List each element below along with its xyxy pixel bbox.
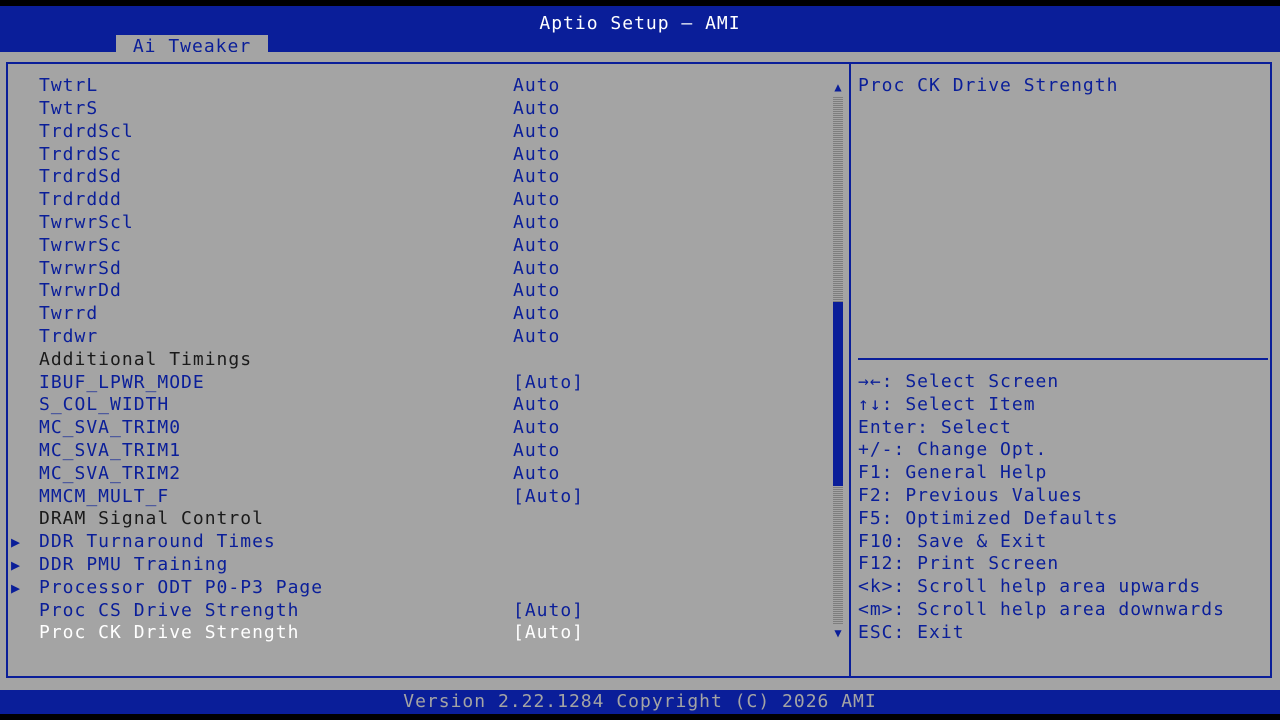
setting-value: Auto	[513, 144, 561, 165]
setting-value: Auto	[513, 280, 561, 301]
setting-value: [Auto]	[513, 622, 585, 643]
setting-label: TwrwrDd	[39, 280, 122, 301]
key-hint-exit: ESC: Exit	[858, 621, 965, 643]
setting-value: Auto	[513, 235, 561, 256]
setting-row-trdrddd[interactable]: Trdrddd Auto	[8, 189, 830, 211]
setting-label: MC_SVA_TRIM2	[39, 463, 182, 484]
setting-value: Auto	[513, 75, 561, 96]
setting-value: Auto	[513, 189, 561, 210]
section-label: DRAM Signal Control	[39, 508, 264, 529]
key-hint-select-screen: →←: Select Screen	[858, 371, 1060, 392]
submenu-ddr-turnaround-times[interactable]: ▶ DDR Turnaround Times	[8, 531, 830, 553]
setting-label: Proc CS Drive Strength	[39, 600, 300, 621]
setting-row-trdrdscl[interactable]: TrdrdScl Auto	[8, 121, 830, 143]
setting-row-trdrdsd[interactable]: TrdrdSd Auto	[8, 166, 830, 188]
key-hint-save-exit: F10: Save & Exit	[858, 530, 1048, 552]
setting-value: Auto	[513, 166, 561, 187]
setting-row-mc-sva-trim1[interactable]: MC_SVA_TRIM1 Auto	[8, 440, 830, 462]
setting-row-proc-ck-drive-strength[interactable]: Proc CK Drive Strength [Auto]	[8, 622, 830, 644]
submenu-arrow-icon: ▶	[11, 556, 22, 574]
submenu-arrow-icon: ▶	[11, 579, 22, 597]
key-hint-previous-values: F2: Previous Values	[858, 484, 1083, 506]
setting-label: TwrwrSc	[39, 235, 122, 256]
section-header-dram-signal-control: DRAM Signal Control	[8, 508, 830, 530]
setting-label: TwrwrScl	[39, 212, 134, 233]
setting-row-twrrd[interactable]: Twrrd Auto	[8, 303, 830, 325]
submenu-arrow-icon: ▶	[11, 533, 22, 551]
setting-row-twtrl[interactable]: TwtrL Auto	[8, 75, 830, 97]
setting-row-ibuf-lpwr-mode[interactable]: IBUF_LPWR_MODE [Auto]	[8, 372, 830, 394]
setting-label: S_COL_WIDTH	[39, 394, 170, 415]
setting-row-twrwrsd[interactable]: TwrwrSd Auto	[8, 258, 830, 280]
help-description: Proc CK Drive Strength	[858, 75, 1119, 96]
setting-label: TrdrdScl	[39, 121, 134, 142]
panel-divider	[849, 62, 851, 678]
setting-value: Auto	[513, 463, 561, 484]
setting-value: Auto	[513, 212, 561, 233]
key-hint-print-screen: F12: Print Screen	[858, 553, 1060, 575]
key-hint-change-opt: +/-: Change Opt.	[858, 439, 1048, 461]
setting-row-proc-cs-drive-strength[interactable]: Proc CS Drive Strength [Auto]	[8, 600, 830, 622]
scroll-up-arrow-icon[interactable]: ▲	[831, 80, 845, 94]
setting-label: IBUF_LPWR_MODE	[39, 372, 205, 393]
setting-label: MC_SVA_TRIM1	[39, 440, 182, 461]
setting-label: TwrwrSd	[39, 258, 122, 279]
setting-label: MMCM_MULT_F	[39, 486, 170, 507]
setting-row-twrwrscl[interactable]: TwrwrScl Auto	[8, 212, 830, 234]
submenu-label: DDR Turnaround Times	[39, 531, 276, 552]
setting-row-trdrdsc[interactable]: TrdrdSc Auto	[8, 144, 830, 166]
setting-value: [Auto]	[513, 486, 585, 507]
title-bar: Aptio Setup – AMI Ai Tweaker	[0, 6, 1280, 58]
scrollbar[interactable]: ▲ ▼	[831, 80, 845, 640]
help-divider	[858, 358, 1268, 360]
version-copyright: Version 2.22.1284 Copyright (C) 2026 AMI	[403, 691, 877, 712]
key-hint-general-help: F1: General Help	[858, 462, 1048, 484]
setting-label: Twrrd	[39, 303, 99, 324]
section-label: Additional Timings	[39, 349, 253, 370]
submenu-ddr-pmu-training[interactable]: ▶ DDR PMU Training	[8, 554, 830, 576]
setting-row-mmcm-mult-f[interactable]: MMCM_MULT_F [Auto]	[8, 486, 830, 508]
setting-value: Auto	[513, 394, 561, 415]
key-hint-enter: Enter: Select	[858, 416, 1012, 438]
submenu-label: DDR PMU Training	[39, 554, 229, 575]
footer-bar: Version 2.22.1284 Copyright (C) 2026 AMI	[0, 690, 1280, 714]
setting-label: TwtrS	[39, 98, 99, 119]
setting-row-twtrs[interactable]: TwtrS Auto	[8, 98, 830, 120]
setting-label: Proc CK Drive Strength	[39, 622, 300, 643]
key-hint-select-item: ↑↓: Select Item	[858, 393, 1036, 415]
setting-row-trdwr[interactable]: Trdwr Auto	[8, 326, 830, 348]
setting-label: TrdrdSc	[39, 144, 122, 165]
key-legend: →←: Select Screen ↑↓: Select Item Enter:…	[858, 371, 1268, 645]
key-hint-scroll-up: <k>: Scroll help area upwards	[858, 576, 1202, 598]
scroll-thumb[interactable]	[833, 302, 843, 486]
key-hint-scroll-down: <m>: Scroll help area downwards	[858, 598, 1225, 620]
setting-label: Trdrddd	[39, 189, 122, 210]
setting-row-twrwrdd[interactable]: TwrwrDd Auto	[8, 280, 830, 302]
submenu-processor-odt-page[interactable]: ▶ Processor ODT P0-P3 Page	[8, 577, 830, 599]
setting-label: TrdrdSd	[39, 166, 122, 187]
section-header-additional-timings: Additional Timings	[8, 349, 830, 371]
submenu-label: Processor ODT P0-P3 Page	[39, 577, 324, 598]
scroll-down-arrow-icon[interactable]: ▼	[831, 626, 845, 640]
setting-row-s-col-width[interactable]: S_COL_WIDTH Auto	[8, 394, 830, 416]
setting-value: [Auto]	[513, 372, 585, 393]
setting-value: Auto	[513, 326, 561, 347]
setting-value: Auto	[513, 440, 561, 461]
setting-label: TwtrL	[39, 75, 99, 96]
setting-value: [Auto]	[513, 600, 585, 621]
setting-value: Auto	[513, 121, 561, 142]
setting-label: MC_SVA_TRIM0	[39, 417, 182, 438]
setting-value: Auto	[513, 417, 561, 438]
setting-value: Auto	[513, 98, 561, 119]
setting-row-twrwrsc[interactable]: TwrwrSc Auto	[8, 235, 830, 257]
key-hint-optimized-defaults: F5: Optimized Defaults	[858, 507, 1119, 529]
app-title: Aptio Setup – AMI	[539, 13, 741, 34]
setting-label: Trdwr	[39, 326, 99, 347]
setting-value: Auto	[513, 303, 561, 324]
setting-row-mc-sva-trim2[interactable]: MC_SVA_TRIM2 Auto	[8, 463, 830, 485]
setting-value: Auto	[513, 258, 561, 279]
setting-row-mc-sva-trim0[interactable]: MC_SVA_TRIM0 Auto	[8, 417, 830, 439]
